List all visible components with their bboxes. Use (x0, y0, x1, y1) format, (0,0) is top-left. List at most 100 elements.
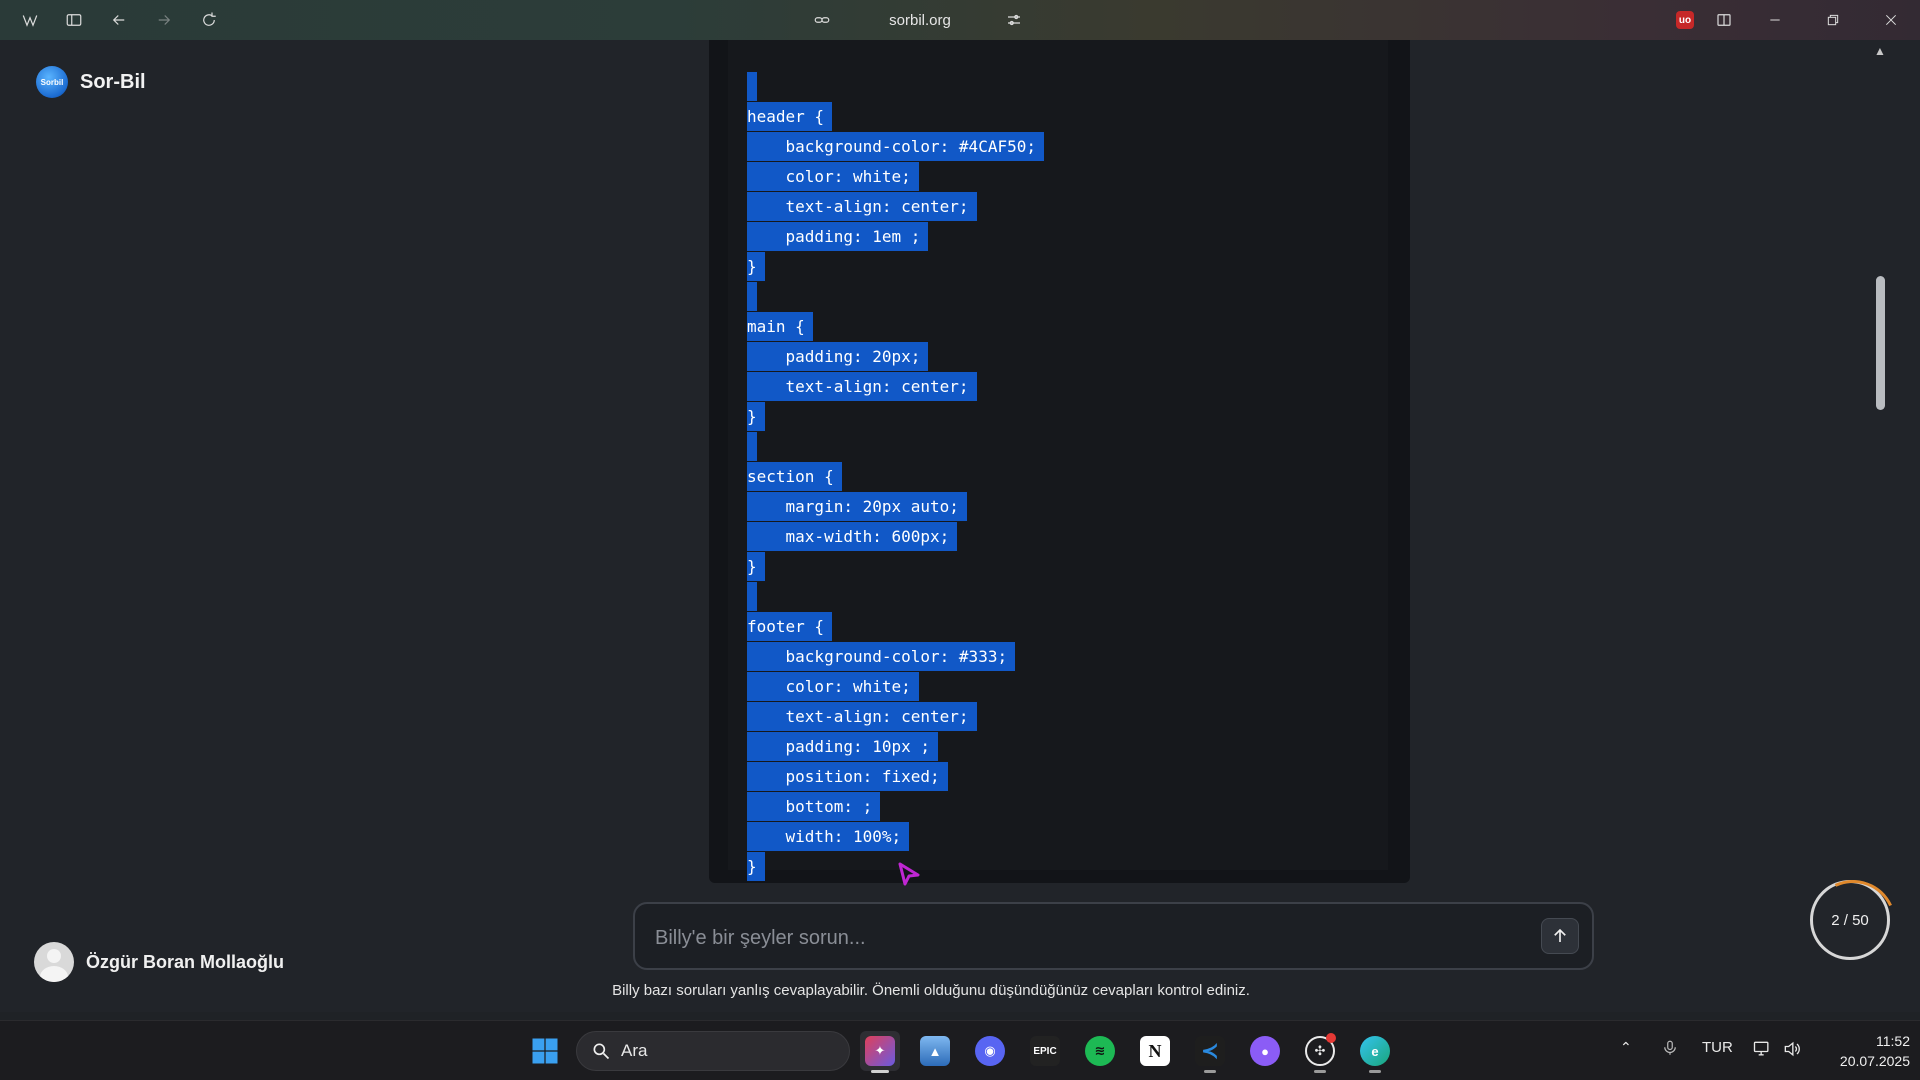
microphone-icon[interactable] (1661, 1039, 1679, 1061)
clock-time: 11:52 (1876, 1033, 1910, 1049)
code-line: padding: 1em ; (747, 222, 1044, 252)
taskbar-notion[interactable]: N (1135, 1031, 1175, 1071)
chat-input[interactable] (655, 922, 1515, 954)
edge-icon: e (1360, 1036, 1390, 1066)
clock-date: 20.07.2025 (1839, 1053, 1910, 1069)
code-line-text: padding: 20px; (747, 342, 929, 371)
minimize-icon[interactable] (1755, 6, 1795, 34)
code-line-text: } (747, 852, 765, 881)
taskbar-browser[interactable]: ✦ (860, 1031, 900, 1073)
language-indicator[interactable]: TUR (1702, 1039, 1733, 1056)
brand-name: Sor-Bil (80, 70, 146, 93)
photos-icon: ▲ (920, 1036, 950, 1066)
code-line-text: header { (747, 102, 833, 131)
code-line-text: position: fixed; (747, 762, 948, 791)
taskbar-spotify[interactable]: ≋ (1080, 1031, 1120, 1071)
taskbar-search[interactable]: Ara (576, 1031, 850, 1071)
code-line-text: color: white; (747, 162, 919, 191)
link-icon (810, 8, 834, 32)
ublock-icon[interactable]: uo (1673, 8, 1697, 32)
code-line-text: text-align: center; (747, 702, 977, 731)
code-line-text (747, 432, 757, 461)
code-line: } (747, 402, 1044, 432)
reload-icon[interactable] (197, 8, 221, 32)
code-line: width: 100%; (747, 822, 1044, 852)
code-line-text: padding: 1em ; (747, 222, 929, 251)
taskbar-vscode[interactable]: ≺ (1190, 1031, 1230, 1073)
chat-input-box[interactable] (633, 902, 1594, 970)
taskbar-chatgpt[interactable]: ✣ (1300, 1031, 1340, 1073)
code-line-text: footer { (747, 612, 833, 641)
windows-icon (532, 1038, 558, 1064)
code-line (747, 582, 1044, 612)
code-line: } (747, 552, 1044, 582)
address-bar[interactable]: sorbil.org (810, 6, 1030, 34)
sidebar-toggle-icon[interactable] (62, 8, 86, 32)
taskbar-epic-games[interactable]: EPIC (1025, 1031, 1065, 1071)
arrow-up-icon (1554, 928, 1566, 942)
code-line (747, 282, 1044, 312)
send-button[interactable] (1541, 918, 1579, 954)
scrollbar-thumb[interactable] (1876, 276, 1885, 410)
code-line-text: section { (747, 462, 842, 491)
restore-icon[interactable] (1813, 6, 1853, 34)
tray-overflow-icon[interactable]: ⌃ (1620, 1039, 1632, 1056)
taskbar-discord[interactable]: ◉ (970, 1031, 1010, 1071)
code-line-text: background-color: #333; (747, 642, 1016, 671)
workspaces-icon[interactable] (18, 8, 42, 32)
message-counter: 2 / 50 (1810, 880, 1890, 960)
close-icon[interactable] (1871, 6, 1911, 34)
code-line-text: margin: 20px auto; (747, 492, 967, 521)
address-url: sorbil.org (889, 11, 951, 29)
code-line-text: text-align: center; (747, 192, 977, 221)
mouse-cursor-icon (898, 862, 920, 886)
code-line-text: width: 100%; (747, 822, 910, 851)
code-line (747, 432, 1044, 462)
code-line: } (747, 252, 1044, 282)
code-line-text: } (747, 552, 765, 581)
brand[interactable]: Sorbil Sor-Bil (36, 66, 146, 98)
vscode-icon: ≺ (1195, 1036, 1225, 1066)
taskbar-photos[interactable]: ▲ (915, 1031, 955, 1071)
github-icon: ● (1250, 1036, 1280, 1066)
taskbar-edge[interactable]: e (1355, 1031, 1395, 1073)
code-line-text: max-width: 600px; (747, 522, 958, 551)
code-line: color: white; (747, 162, 1044, 192)
code-line: text-align: center; (747, 372, 1044, 402)
code-line-text (747, 582, 757, 611)
code-line: padding: 20px; (747, 342, 1044, 372)
start-button[interactable] (525, 1031, 565, 1071)
taskbar-github[interactable]: ● (1245, 1031, 1285, 1071)
sorbil-logo-icon: Sorbil (36, 66, 68, 98)
split-view-icon[interactable] (1712, 8, 1736, 32)
code-line-text (747, 72, 757, 101)
code-line: header { (747, 102, 1044, 132)
network-icon[interactable] (1752, 1039, 1772, 1063)
code-content[interactable]: header { background-color: #4CAF50; colo… (747, 72, 1044, 882)
code-line-text: text-align: center; (747, 372, 977, 401)
disclaimer-text: Billy bazı soruları yanlış cevaplayabili… (612, 982, 1250, 999)
code-line (747, 72, 1044, 102)
code-line-text: color: white; (747, 672, 919, 701)
system-clock[interactable]: 11:52 20.07.2025 (1810, 1031, 1910, 1071)
counter-label: 2 / 50 (1831, 911, 1869, 929)
site-settings-icon[interactable] (1002, 8, 1026, 32)
code-line: background-color: #333; (747, 642, 1044, 672)
back-icon[interactable] (107, 8, 131, 32)
code-line-text: main { (747, 312, 813, 341)
epic-games-icon: EPIC (1030, 1036, 1060, 1066)
code-line-text: background-color: #4CAF50; (747, 132, 1044, 161)
volume-icon[interactable] (1782, 1039, 1802, 1063)
forward-icon[interactable] (152, 8, 176, 32)
notion-icon: N (1140, 1036, 1170, 1066)
chat-page: Sorbil Sor-Bil header { background-color… (0, 40, 1920, 1012)
notification-badge (1326, 1033, 1336, 1043)
spotify-icon: ≋ (1085, 1036, 1115, 1066)
avatar (34, 942, 74, 982)
code-line: padding: 10px ; (747, 732, 1044, 762)
browser-titlebar: sorbil.org uo (0, 0, 1920, 40)
scroll-up-icon[interactable]: ▲ (1874, 44, 1886, 58)
code-line: background-color: #4CAF50; (747, 132, 1044, 162)
user-profile[interactable]: Özgür Boran Mollaoğlu (34, 942, 284, 982)
logo-text: Sorbil (40, 77, 64, 87)
